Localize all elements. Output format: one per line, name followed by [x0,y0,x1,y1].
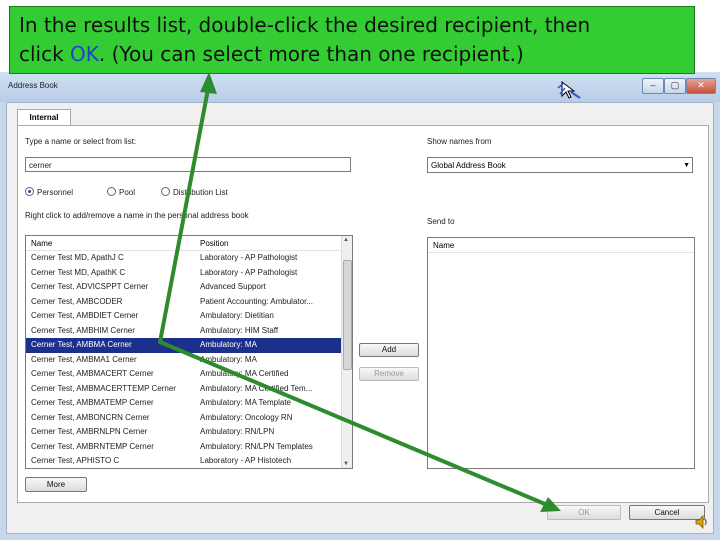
row-position: Patient Accounting: Ambulator... [200,296,313,306]
results-header: Name Position [26,236,342,251]
scroll-up-icon[interactable]: ▲ [343,237,349,243]
row-name: Cerner Test, AMBONCRN Cerner [31,412,150,422]
row-name: Cerner Test MD, ApathJ C [31,253,124,262]
radio-dot-icon [161,187,170,196]
table-row[interactable]: Cerner Test MD, ApathK C Laboratory - AP … [26,266,342,281]
instruction-line-2-end: . (You can select more than one recipien… [98,42,524,66]
row-position: Ambulatory: RN/LPN Templates [200,441,313,451]
row-name: Cerner Test MD, ApathK C [31,267,126,277]
more-button[interactable]: More [25,477,87,492]
send-to-label: Send to [427,217,455,226]
row-name: Cerner Test, AMBHIM Cerner [31,325,135,335]
row-position: Ambulatory: MA Certified [200,369,289,378]
row-name: Cerner Test, AMBMACERTTEMP Cerner [31,383,176,393]
row-position: Ambulatory: MA Template [200,398,292,407]
radio-pool[interactable]: Pool [107,187,135,197]
instruction-ok-word: OK [70,42,99,66]
remove-button[interactable]: Remove [359,367,419,381]
window-title: Address Book [8,81,58,90]
instruction-text: In the results list, double-click the de… [19,11,590,69]
row-name: Cerner Test, AMBMA Cerner [31,340,132,349]
row-position: Laboratory - AP Pathologist [200,267,298,277]
row-name: Cerner Test, AMBMACERT Cerner [31,369,154,378]
table-row[interactable]: Cerner Test, AMBMACERT Cerner Ambulatory:… [26,367,342,382]
table-row[interactable]: Cerner Test, AMBMA Cerner Ambulatory: MA [26,338,342,353]
table-row[interactable]: Cerner Test, AMBHIM Cerner Ambulatory: HI… [26,324,342,339]
row-position: Ambulatory: MA [200,354,257,364]
column-header-name[interactable]: Name [31,239,52,248]
dropdown-selected: Global Address Book [431,161,506,170]
table-row[interactable]: Cerner Test, AMBCODER Patient Accounting:… [26,295,342,310]
add-button[interactable]: Add [359,343,419,357]
column-header-send-to-name[interactable]: Name [433,241,454,250]
table-row[interactable]: Cerner Test, AMBONCRN Cerner Ambulatory: … [26,411,342,426]
send-to-list[interactable]: Name [427,237,695,469]
table-row[interactable]: Cerner Test, AMBRNLPN Cerner Ambulatory: … [26,425,342,440]
search-input[interactable]: cerner [25,157,351,172]
scroll-thumb[interactable] [343,260,352,370]
radio-dot-icon [25,187,34,196]
radio-personnel[interactable]: Personnel [25,187,73,197]
instruction-line-2-start: click [19,42,71,66]
instruction-line-1: In the results list, double-click the de… [19,13,591,37]
row-name: Cerner Test, AMBRNTEMP Cerner [31,441,154,451]
instruction-banner: In the results list, double-click the de… [9,6,695,74]
table-row[interactable]: Cerner Test, AMBMA1 Cerner Ambulatory: MA [26,353,342,368]
table-row[interactable]: Cerner Test, AMBMACERTTEMP Cerner Ambulat… [26,382,342,397]
table-row[interactable]: Cerner Test, APHISTO C Laboratory - AP Hi… [26,454,342,468]
row-position: Ambulatory: MA [200,340,257,349]
minimize-button[interactable]: – [642,78,664,94]
results-scrollbar[interactable]: ▲ ▼ [341,236,352,468]
search-label: Type a name or select from list: [25,137,137,146]
row-position: Ambulatory: HIM Staff [200,325,279,335]
radio-distribution-list[interactable]: Distribution List [161,187,228,197]
row-name: Cerner Test, AMBDIET Cerner [31,311,139,320]
row-position: Ambulatory: Dietitian [200,311,274,320]
show-names-label: Show names from [427,137,492,146]
address-book-window: Address Book – ▢ ✕ Internal Type a name … [0,72,720,540]
send-to-header: Name [428,238,694,253]
row-name: Cerner Test, AMBRNLPN Cerner [31,427,148,436]
row-position: Advanced Support [200,282,266,291]
table-row[interactable]: Cerner Test, AMBRNTEMP Cerner Ambulatory:… [26,440,342,455]
row-name: Cerner Test, ADVICSPPT Cerner [31,282,149,291]
cursor-icon [557,81,581,99]
address-book-dropdown[interactable]: Global Address Book ▼ [427,157,693,173]
table-row[interactable]: Cerner Test, AMBDIET Cerner Ambulatory: D… [26,309,342,324]
hint-text: Right click to add/remove a name in the … [25,211,249,220]
table-row[interactable]: Cerner Test MD, ApathJ C Laboratory - AP … [26,251,342,266]
row-name: Cerner Test, APHISTO C [31,456,120,465]
title-bar: Address Book – ▢ ✕ [0,72,720,102]
row-position: Ambulatory: MA Certified Tem... [200,383,313,393]
close-button[interactable]: ✕ [686,78,716,94]
maximize-button[interactable]: ▢ [664,78,686,94]
row-name: Cerner Test, AMBMA1 Cerner [31,354,137,364]
row-position: Laboratory - AP Pathologist [200,253,298,262]
ok-button[interactable]: OK [547,505,621,520]
radio-dot-icon [107,187,116,196]
column-header-position[interactable]: Position [200,239,228,248]
speaker-icon[interactable] [694,514,710,530]
row-name: Cerner Test, AMBCODER [31,296,123,306]
scroll-down-icon[interactable]: ▼ [343,461,349,467]
table-row[interactable]: Cerner Test, AMBMATEMP Cerner Ambulatory:… [26,396,342,411]
row-name: Cerner Test, AMBMATEMP Cerner [31,398,154,407]
results-list[interactable]: Name Position Cerner Test MD, ApathJ C La… [25,235,353,469]
row-position: Ambulatory: RN/LPN [200,427,275,436]
tab-internal[interactable]: Internal [17,109,71,126]
table-row[interactable]: Cerner Test, ADVICSPPT Cerner Advanced Su… [26,280,342,295]
dialog-client: Internal Type a name or select from list… [6,102,714,534]
row-position: Laboratory - AP Histotech [200,456,292,465]
chevron-down-icon: ▼ [683,162,690,169]
row-position: Ambulatory: Oncology RN [200,412,293,422]
